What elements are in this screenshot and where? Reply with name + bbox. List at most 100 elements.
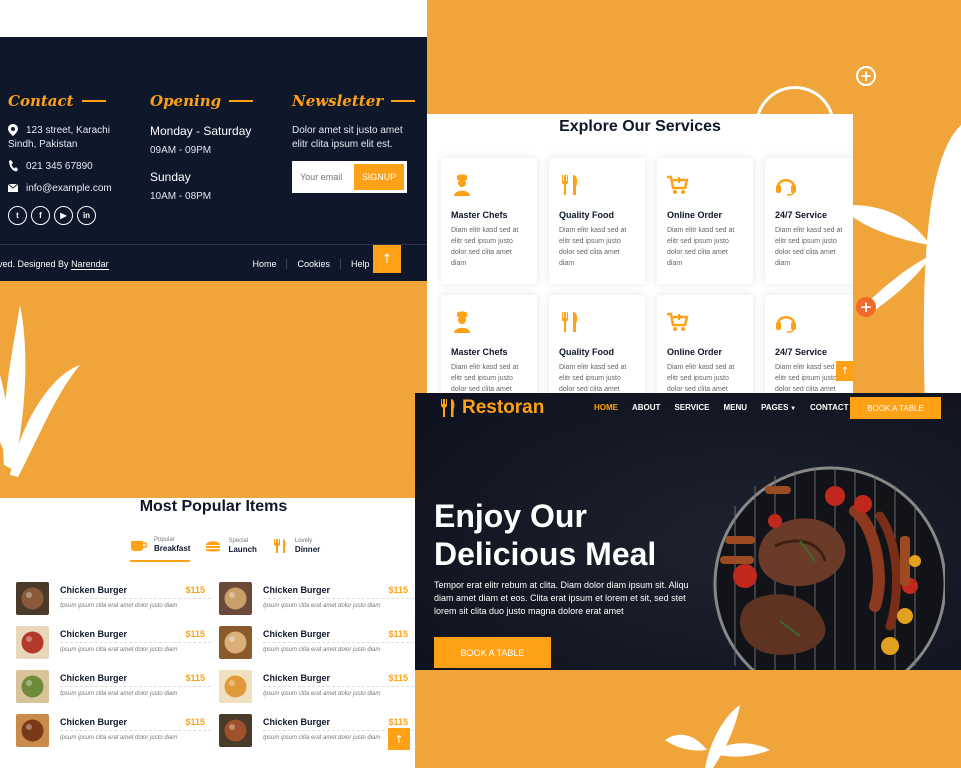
service-description: Diam elitr kasd sed at elitr sed ipsum j… <box>559 364 627 393</box>
cart-icon <box>667 175 689 194</box>
envelope-icon <box>8 183 18 192</box>
hero-title-line: Enjoy Our <box>434 498 587 534</box>
youtube-icon[interactable]: ▶ <box>54 206 73 225</box>
menu-item-name: Chicken Burger <box>263 673 331 683</box>
service-card[interactable]: 24/7 Service Diam elitr kasd sed at elitr… <box>765 295 853 397</box>
menu-item-price: $115 <box>388 717 408 727</box>
nav-item-service[interactable]: SERVICE <box>674 403 709 412</box>
linkedin-icon[interactable]: in <box>77 206 96 225</box>
address-row: 123 street, Karachi Sindh, Pakistan <box>8 124 112 152</box>
service-description: Diam elitr kasd sed at elitr sed ipsum j… <box>451 364 519 393</box>
footer-divider <box>0 244 427 245</box>
service-description: Diam elitr kasd sed at elitr sed ipsum j… <box>667 364 735 393</box>
book-table-button[interactable]: BOOK A TABLE <box>434 637 551 668</box>
menu-item-description: Ipsum ipsum clita erat amet dolor justo … <box>60 691 178 697</box>
menu-item[interactable]: Chicken Burger $115 Ipsum ipsum clita erat… <box>219 714 414 750</box>
nav-item-menu[interactable]: MENU <box>723 403 747 412</box>
designer-link[interactable]: Narendar <box>71 259 109 270</box>
menu-item[interactable]: Chicken Burger $115 Ipsum ipsum clita erat… <box>16 582 211 618</box>
service-title: Online Order <box>667 347 723 357</box>
menu-item-description: Ipsum ipsum clita erat amet dolor justo … <box>60 603 178 609</box>
food-thumbnail <box>219 670 252 703</box>
footer-heading: Contact <box>8 92 112 110</box>
menu-item-description: Ipsum ipsum clita erat amet dolor justo … <box>60 647 178 653</box>
opening-time: 09AM - 09PM <box>150 145 212 156</box>
menu-item[interactable]: Chicken Burger $115 Ipsum ipsum clita erat… <box>219 626 414 662</box>
service-card[interactable]: Quality Food Diam elitr kasd sed at elitr… <box>549 158 645 284</box>
facebook-icon[interactable]: f <box>31 206 50 225</box>
chef-icon <box>454 174 470 196</box>
service-card[interactable]: Quality Food Diam elitr kasd sed at elitr… <box>549 295 645 397</box>
address-line2: Sindh, Pakistan <box>8 139 78 150</box>
tab-dinner[interactable]: Lovely Dinner <box>271 536 320 562</box>
service-description: Diam elitr kasd sed at elitr sed ipsum j… <box>451 227 519 267</box>
coffee-icon <box>131 541 148 551</box>
tab-small-label: Lovely <box>294 538 313 544</box>
main-nav: HOME ABOUT SERVICE MENU PAGES ▼ CONTACT <box>594 403 849 412</box>
twitter-icon[interactable]: t <box>8 206 27 225</box>
leaf-decoration-left <box>0 305 80 477</box>
footer-opening: Opening Monday - Saturday 09AM - 09PM Su… <box>150 92 254 202</box>
service-title: Quality Food <box>559 347 614 357</box>
footer-link-cookies[interactable]: Cookies <box>287 259 341 269</box>
menu-item-description: Ipsum ipsum clita erat amet dolor justo … <box>263 603 381 609</box>
nav-book-table-button[interactable]: BOOK A TABLE <box>850 397 941 419</box>
email-address[interactable]: info@example.com <box>26 182 112 196</box>
footer-link-home[interactable]: Home <box>242 259 288 269</box>
brand-logo[interactable]: Restoran <box>440 397 544 419</box>
utensils-icon <box>273 539 286 553</box>
menu-item[interactable]: Chicken Burger $115 Ipsum ipsum clita erat… <box>219 670 414 706</box>
menu-item-divider <box>263 642 414 643</box>
menu-item[interactable]: Chicken Burger $115 Ipsum ipsum clita erat… <box>16 714 211 750</box>
signup-button[interactable]: SIGNUP <box>354 164 404 190</box>
service-title: Online Order <box>667 210 723 220</box>
newsletter-email-input[interactable] <box>300 172 362 182</box>
nav-item-about[interactable]: ABOUT <box>632 403 660 412</box>
service-card[interactable]: 24/7 Service Diam elitr kasd sed at elitr… <box>765 158 853 284</box>
back-to-top-button[interactable]: ↑ <box>373 245 401 273</box>
opening-time: 10AM - 08PM <box>150 191 212 202</box>
service-title: 24/7 Service <box>775 347 828 357</box>
menu-item-divider <box>60 642 211 643</box>
popular-items-section: Most Popular Items Popular Breakfast Spec… <box>0 498 415 768</box>
back-to-top-button[interactable]: ↑ <box>388 728 410 750</box>
menu-item[interactable]: Chicken Burger $115 Ipsum ipsum clita erat… <box>16 626 211 662</box>
service-description: Diam elitr kasd sed at elitr sed ipsum j… <box>775 227 843 267</box>
heading-line <box>391 100 416 102</box>
nav-item-contact[interactable]: CONTACT <box>810 403 849 412</box>
menu-item-description: Ipsum ipsum clita erat amet dolor justo … <box>263 735 381 741</box>
menu-item-price: $115 <box>185 629 205 639</box>
utensils-icon <box>562 312 578 332</box>
leaf-decoration-right <box>850 125 961 405</box>
service-card[interactable]: Master Chefs Diam elitr kasd sed at elitr… <box>441 295 537 397</box>
menu-item-name: Chicken Burger <box>60 717 128 727</box>
food-thumbnail <box>219 626 252 659</box>
tab-breakfast[interactable]: Popular Breakfast <box>130 536 191 562</box>
menu-item-name: Chicken Burger <box>263 629 331 639</box>
back-to-top-button[interactable]: ↑ <box>836 361 854 381</box>
footer-heading: Opening <box>150 92 254 110</box>
hero-title: Enjoy Our Delicious Meal <box>434 497 656 573</box>
menu-item-price: $115 <box>185 673 205 683</box>
menu-item[interactable]: Chicken Burger $115 Ipsum ipsum clita erat… <box>16 670 211 706</box>
food-thumbnail <box>16 626 49 659</box>
tab-label: Launch <box>228 545 257 554</box>
service-card[interactable]: Online Order Diam elitr kasd sed at elitr… <box>657 295 753 397</box>
menu-item[interactable]: Chicken Burger $115 Ipsum ipsum clita erat… <box>219 582 414 618</box>
service-card[interactable]: Master Chefs Diam elitr kasd sed at elitr… <box>441 158 537 284</box>
menu-item-name: Chicken Burger <box>263 717 331 727</box>
brand-name: Restoran <box>462 397 545 418</box>
tab-launch[interactable]: Special Launch <box>204 536 257 562</box>
nav-item-home[interactable]: HOME <box>594 403 618 412</box>
heading-line <box>229 100 254 102</box>
tab-label: Dinner <box>294 545 321 554</box>
hero-title-line: Delicious Meal <box>434 536 657 572</box>
service-card[interactable]: Online Order Diam elitr kasd sed at elitr… <box>657 158 753 284</box>
nav-item-pages[interactable]: PAGES ▼ <box>761 403 796 412</box>
headset-icon <box>776 179 796 196</box>
phone-number[interactable]: 021 345 67890 <box>26 160 93 174</box>
menu-item-name: Chicken Burger <box>60 585 128 595</box>
heading-line <box>81 100 106 102</box>
newsletter-heading: Newsletter <box>292 92 384 110</box>
utensils-icon <box>441 399 455 417</box>
